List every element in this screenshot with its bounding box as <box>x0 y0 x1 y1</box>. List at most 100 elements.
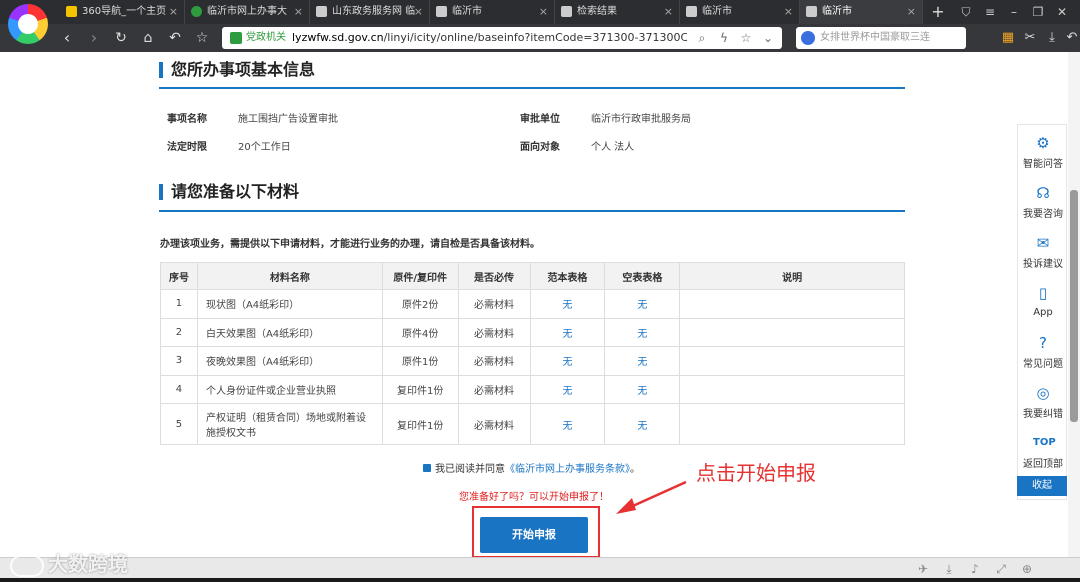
sample-form-link[interactable]: 无 <box>529 346 606 376</box>
undo-close-icon[interactable]: ↶ <box>1062 28 1080 48</box>
app-item[interactable]: ▯ App <box>1018 277 1068 327</box>
material-name: 夜晚效果图（A4纸彩印） <box>196 346 383 376</box>
blank-form-link[interactable]: 无 <box>604 374 681 404</box>
search-input[interactable]: 女排世界杯中国豪取三连 <box>820 27 960 49</box>
url-text[interactable]: lyzwfw.sd.gov.cn/linyi/icity/online/base… <box>292 27 687 49</box>
start-apply-button[interactable]: 开始申报 <box>480 517 588 553</box>
sample-form-link[interactable]: 无 <box>529 374 606 404</box>
message-icon: ✉ <box>1036 234 1050 252</box>
reload-icon[interactable]: ↻ <box>111 28 131 48</box>
close-window-icon[interactable]: ✕ <box>1050 0 1074 24</box>
status-icons: ✈ ⤓ ♪ ⤢ ⊕ <box>910 562 1040 577</box>
forward-icon[interactable]: › <box>84 28 104 48</box>
address-bar[interactable]: 党政机关 lyzwfw.sd.gov.cn/linyi/icity/online… <box>222 27 782 49</box>
collapse-button[interactable]: 收起 <box>1017 476 1067 496</box>
approval-unit-value: 临沂市行政审批服务局 <box>591 114 691 125</box>
zoom-icon[interactable]: ⊕ <box>1014 562 1040 576</box>
tab-5[interactable]: 临沂市 × <box>680 0 800 24</box>
apps-icon[interactable]: ▦ <box>998 28 1018 48</box>
required-flag: 必需材料 <box>457 374 531 404</box>
sample-form-link[interactable]: 无 <box>529 289 606 319</box>
scrollbar[interactable] <box>1068 52 1080 557</box>
fullscreen-icon[interactable]: ⤢ <box>988 562 1014 577</box>
restore-icon[interactable]: ❐ <box>1026 0 1050 24</box>
scissors-icon[interactable]: ✂ <box>1020 28 1040 48</box>
sample-form-link[interactable]: 无 <box>529 317 606 347</box>
favicon-icon <box>806 6 817 17</box>
close-icon[interactable]: × <box>539 0 548 24</box>
watermark: 大数跨境 <box>10 548 128 577</box>
approval-unit-label: 审批单位 <box>520 114 560 125</box>
back-icon[interactable]: ‹ <box>57 28 77 48</box>
terms-link[interactable]: 《临沂市网上办事服务条款》 <box>505 464 630 475</box>
close-icon[interactable]: × <box>664 0 673 24</box>
download-icon[interactable]: ⤓ <box>1042 28 1062 48</box>
close-icon[interactable]: × <box>169 0 178 24</box>
table-row: 2 白天效果图（A4纸彩印） 原件4份 必需材料 无 无 <box>160 317 905 347</box>
tab-1[interactable]: 临沂市网上办事大 × <box>185 0 310 24</box>
menu-icon[interactable]: ≡ <box>978 0 1002 24</box>
tab-6[interactable]: 临沂市 × <box>800 0 923 24</box>
page-content: 您所办事项基本信息 事项名称 施工围挡广告设置审批 审批单位 临沂市行政审批服务… <box>125 52 940 558</box>
back-to-top-item[interactable]: TOP 返回顶部 <box>1018 427 1068 477</box>
faq-item[interactable]: ? 常见问题 <box>1018 327 1068 377</box>
section-divider <box>159 87 905 89</box>
materials-title: 请您准备以下材料 <box>159 181 299 203</box>
close-icon[interactable]: × <box>907 0 916 24</box>
new-tab-button[interactable]: + <box>926 0 950 24</box>
chevron-down-icon[interactable]: ⌄ <box>760 30 776 46</box>
minimize-icon[interactable]: – <box>1002 0 1026 24</box>
annotation-arrow-icon <box>616 480 687 514</box>
home-icon[interactable]: ⌂ <box>138 28 158 48</box>
shirt-icon[interactable]: ⛉ <box>954 0 978 24</box>
complaint-item[interactable]: ✉ 投诉建议 <box>1018 227 1068 277</box>
row-note <box>679 317 905 347</box>
star-icon[interactable]: ☆ <box>192 28 212 48</box>
rocket-icon[interactable]: ✈ <box>910 562 936 576</box>
robot-icon: ⚙ <box>1036 134 1050 152</box>
smart-qa-item[interactable]: ⚙ 智能问答 <box>1018 127 1068 177</box>
blank-form-link[interactable]: 无 <box>604 289 681 319</box>
required-flag: 必需材料 <box>457 403 531 445</box>
blank-form-link[interactable]: 无 <box>604 317 681 347</box>
favicon-icon <box>191 6 202 17</box>
col-header: 说明 <box>679 262 905 290</box>
annotation-text: 点击开始申报 <box>696 461 816 485</box>
tab-0[interactable]: 360导航_一个主页 × <box>60 0 185 24</box>
correction-item[interactable]: ◎ 我要纠错 <box>1018 377 1068 427</box>
row-note <box>679 289 905 319</box>
consult-item[interactable]: ☊ 我要咨询 <box>1018 177 1068 227</box>
materials-table: 序号 材料名称 原件/复印件 是否必传 范本表格 空表表格 说明 1 现状图（A… <box>160 262 905 445</box>
target-label: 面向对象 <box>520 142 560 153</box>
close-icon[interactable]: × <box>784 0 793 24</box>
close-icon[interactable]: × <box>414 0 423 24</box>
search-icon[interactable]: ⌕ <box>694 30 710 46</box>
basic-info-title: 您所办事项基本信息 <box>159 59 315 81</box>
tab-3[interactable]: 临沂市 × <box>430 0 555 24</box>
tab-4[interactable]: 检索结果 × <box>555 0 680 24</box>
row-no: 2 <box>160 317 198 347</box>
blank-form-link[interactable]: 无 <box>604 403 681 445</box>
required-flag: 必需材料 <box>457 317 531 347</box>
col-header: 原件/复印件 <box>381 262 459 290</box>
blank-form-link[interactable]: 无 <box>604 346 681 376</box>
row-no: 1 <box>160 289 198 319</box>
close-icon[interactable]: × <box>294 0 303 24</box>
table-row: 4 个人身份证件或企业营业执照 复印件1份 必需材料 无 无 <box>160 374 905 404</box>
browser-logo-icon[interactable] <box>8 4 48 44</box>
copy-type: 原件2份 <box>381 289 459 319</box>
copy-type: 复印件1份 <box>381 403 459 445</box>
bookmark-star-icon[interactable]: ☆ <box>738 30 754 46</box>
search-box[interactable]: 女排世界杯中国豪取三连 <box>796 27 966 49</box>
download-icon[interactable]: ⤓ <box>936 562 962 577</box>
scrollbar-thumb[interactable] <box>1070 190 1078 422</box>
question-icon: ? <box>1039 334 1047 352</box>
row-note <box>679 403 905 445</box>
sample-form-link[interactable]: 无 <box>529 403 606 445</box>
sound-icon[interactable]: ♪ <box>962 562 988 576</box>
undo-icon[interactable]: ↶ <box>165 28 185 48</box>
lightning-icon[interactable]: ϟ <box>716 30 732 46</box>
agree-checkbox[interactable] <box>423 464 431 472</box>
tab-2[interactable]: 山东政务服务网 临 × <box>310 0 430 24</box>
row-note <box>679 374 905 404</box>
